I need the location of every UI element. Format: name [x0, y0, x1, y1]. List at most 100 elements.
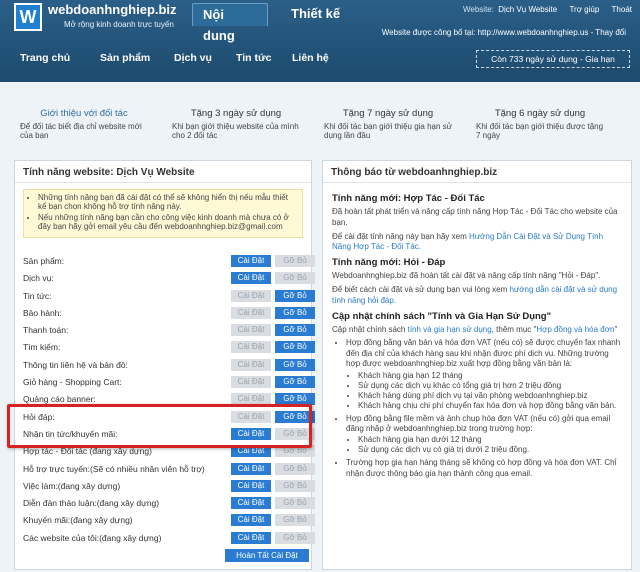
install-button[interactable]: Cài Đặt: [231, 289, 271, 302]
tab-thiet-ke[interactable]: Thiết kế: [281, 3, 350, 26]
feature-row: Các website của tôi:(đang xây dựng) Cài Đ…: [23, 530, 315, 547]
promo-desc: Khi đối tác bạn giới thiệu được tặng 7 n…: [476, 122, 604, 140]
remove-button[interactable]: Gỡ Bỏ: [275, 531, 315, 544]
feature-label: Bảo hành:: [23, 307, 62, 318]
feature-label: Sản phẩm:: [23, 256, 65, 266]
promo-item: Tặng 7 ngày sử dụng Khi đối tác bạn giới…: [324, 108, 452, 140]
feature-row: Giỏ hàng - Shopping Cart: Cài Đặt Gỡ Bỏ: [23, 374, 315, 391]
features-panel: Tính năng website: Dịch Vụ Website Những…: [14, 160, 315, 570]
install-button[interactable]: Cài Đặt: [231, 255, 271, 267]
feature-row: Việc làm:(đang xây dựng) Cài Đặt Gỡ Bỏ: [23, 478, 315, 495]
nav-products[interactable]: Sản phẩm: [100, 52, 150, 64]
complete-install-button[interactable]: Hoàn Tất Cài Đặt: [225, 549, 309, 562]
text: Để biết cách cài đặt và sử dụng bạn vui …: [332, 284, 510, 294]
remove-button[interactable]: Gỡ Bỏ: [275, 358, 315, 371]
nav-contact[interactable]: Liên hệ: [292, 52, 329, 64]
policy-item: Hợp đồng bằng văn bản và hóa đơn VAT (nế…: [346, 338, 622, 410]
nav-home[interactable]: Trang chủ: [20, 52, 70, 64]
install-button[interactable]: Cài Đặt: [231, 497, 271, 510]
notice-paragraph: Để cài đặt tính năng này bạn hãy xem Hướ…: [332, 232, 622, 254]
remove-button[interactable]: Gỡ Bỏ: [275, 272, 315, 285]
policy-subitem: Khách hàng gia hạn dưới 12 tháng: [358, 435, 622, 445]
remove-button[interactable]: Gỡ Bỏ: [275, 324, 315, 337]
promo-title[interactable]: Giới thiệu với đối tác: [20, 108, 148, 119]
install-button[interactable]: Cài Đặt: [231, 272, 271, 285]
feature-label: Diễn đàn thảo luận:(đang xây dựng): [23, 498, 160, 509]
text: Cập nhật chính sách: [332, 324, 408, 334]
policy-subitem: Khách hàng chịu chi phí chuyển fax hóa đ…: [358, 401, 622, 411]
remove-button[interactable]: Gỡ Bỏ: [275, 289, 315, 302]
feature-label: Thông tin liên hệ và bản đồ:: [23, 359, 128, 370]
remove-button[interactable]: Gỡ Bỏ: [275, 462, 315, 475]
text: Để cài đặt tính năng này bạn hãy xem: [332, 231, 469, 241]
text: Hợp đồng bằng file mềm và ảnh chụp hóa đ…: [346, 413, 611, 433]
feature-row: Khuyến mãi:(đang xây dựng) Cài Đặt Gỡ Bỏ: [23, 512, 315, 529]
notifications-content: Tính năng mới: Hợp Tác - Đối Tác Đã hoàn…: [323, 183, 631, 488]
features-panel-title: Tính năng website: Dịch Vụ Website: [15, 161, 311, 183]
policy-item: Hợp đồng bằng file mềm và ảnh chụp hóa đ…: [346, 414, 622, 456]
policy-sublist: Khách hàng gia hạn dưới 12 tháng Sử dụng…: [346, 435, 622, 455]
install-button[interactable]: Cài Đặt: [231, 479, 271, 492]
logo-icon[interactable]: W: [14, 3, 42, 31]
remaining-days-box[interactable]: Còn 733 ngày sử dụng - Gia hạn: [476, 50, 630, 68]
feature-label: Việc làm:(đang xây dựng): [23, 480, 121, 491]
promo-desc: Khi đối tác bạn giới thiệu gia hạn sử dụ…: [324, 122, 453, 140]
website-name-link[interactable]: Dịch Vụ Website: [498, 5, 557, 14]
install-button[interactable]: Cài Đặt: [231, 306, 271, 319]
nav-news[interactable]: Tin tức: [236, 52, 271, 64]
remove-button[interactable]: Gỡ Bỏ: [275, 497, 315, 510]
text: ": [614, 324, 618, 334]
feature-row: Tìm kiếm: Cài Đặt Gỡ Bỏ: [23, 339, 315, 356]
policy-subitem: Khách hàng gia hạn 12 tháng: [358, 371, 622, 381]
published-url-text[interactable]: Website được công bố tại: http://www.web…: [382, 28, 626, 37]
nav-services[interactable]: Dịch vụ: [174, 52, 212, 64]
logout-link[interactable]: Thoát: [612, 5, 632, 14]
policy-link[interactable]: tính và gia hạn sử dụng: [408, 325, 492, 334]
install-button[interactable]: Cài Đặt: [231, 324, 271, 337]
install-button[interactable]: Cài Đặt: [231, 376, 271, 389]
remove-button[interactable]: Gỡ Bỏ: [275, 479, 315, 492]
promo-item: Tặng 6 ngày sử dụng Khi đối tác bạn giới…: [476, 108, 604, 140]
site-tagline: Mở rộng kinh doanh trực tuyến: [64, 20, 174, 29]
install-button[interactable]: Cài Đặt: [231, 514, 271, 527]
help-link[interactable]: Trợ giúp: [569, 5, 599, 14]
tab-noi-dung[interactable]: Nội dung: [192, 3, 268, 43]
notice-heading: Cập nhật chính sách "Tính và Gia Hạn Sử …: [332, 310, 552, 322]
notice-item: Những tính năng bạn đã cài đặt có thể sẽ…: [38, 193, 298, 211]
feature-label: Hỗ trợ trực tuyến:(Sẽ có nhiều nhân viên…: [23, 463, 205, 474]
remove-button[interactable]: Gỡ Bỏ: [275, 376, 315, 389]
feature-label: Tin tức:: [23, 290, 52, 301]
feature-row: Tin tức: Cài Đặt Gỡ Bỏ: [23, 288, 315, 305]
feature-list: Sản phẩm: Cài Đặt Gỡ Bỏ Dịch vụ: Cài Đặt Gỡ B…: [23, 253, 315, 547]
promo-title: Tặng 3 ngày sử dụng: [190, 108, 282, 119]
top-header: W webdoanhnghiep.biz Mở rộng kinh doanh …: [0, 0, 640, 82]
notice-paragraph: Để biết cách cài đặt và sử dụng bạn vui …: [332, 285, 622, 307]
remove-button[interactable]: Gỡ Bỏ: [275, 306, 315, 319]
remove-button[interactable]: Gỡ Bỏ: [275, 255, 315, 267]
promo-desc: Khi bạn giới thiệu website của mình cho …: [172, 122, 299, 140]
install-button[interactable]: Cài Đặt: [231, 531, 271, 544]
feature-row: Hỗ trợ trực tuyến:(Sẽ có nhiều nhân viên…: [23, 461, 315, 478]
feature-label: Khuyến mãi:(đang xây dựng): [23, 515, 133, 526]
install-button[interactable]: Cài Đặt: [231, 462, 271, 475]
notifications-panel-title: Thông báo từ webdoanhnghiep.biz: [323, 161, 631, 183]
install-button[interactable]: Cài Đặt: [231, 341, 271, 354]
feature-label: Các website của tôi:(đang xây dựng): [23, 532, 162, 543]
site-name[interactable]: webdoanhnghiep.biz: [48, 2, 177, 17]
feature-row: Sản phẩm: Cài Đặt Gỡ Bỏ: [23, 253, 315, 270]
feature-label: Quảng cáo banner:: [23, 394, 96, 405]
feature-row: Diễn đàn thảo luận:(đang xây dựng) Cài Đặ…: [23, 495, 315, 512]
top-links: Website: Dịch Vụ Website Trợ giúp Thoát: [463, 5, 632, 14]
contract-invoice-link[interactable]: Hợp đồng và hóa đơn: [536, 325, 614, 334]
notice-box: Những tính năng bạn đã cài đặt có thể sẽ…: [23, 189, 303, 238]
text: Hợp đồng bằng văn bản và hóa đơn VAT (nế…: [346, 338, 621, 369]
policy-sublist: Khách hàng gia hạn 12 tháng Sử dụng các …: [346, 371, 622, 411]
policy-subitem: Sử dụng các dịch vụ có giá trị dưới 2 tr…: [358, 445, 622, 455]
feature-row: Bảo hành: Cài Đặt Gỡ Bỏ: [23, 305, 315, 322]
highlight-annotation: [7, 404, 312, 448]
notice-paragraph: Đã hoàn tất phát triển và nâng cấp tính …: [332, 207, 618, 227]
remove-button[interactable]: Gỡ Bỏ: [275, 341, 315, 354]
install-button[interactable]: Cài Đặt: [231, 358, 271, 371]
feature-row: Thanh toán: Cài Đặt Gỡ Bỏ: [23, 322, 315, 339]
remove-button[interactable]: Gỡ Bỏ: [275, 514, 315, 527]
